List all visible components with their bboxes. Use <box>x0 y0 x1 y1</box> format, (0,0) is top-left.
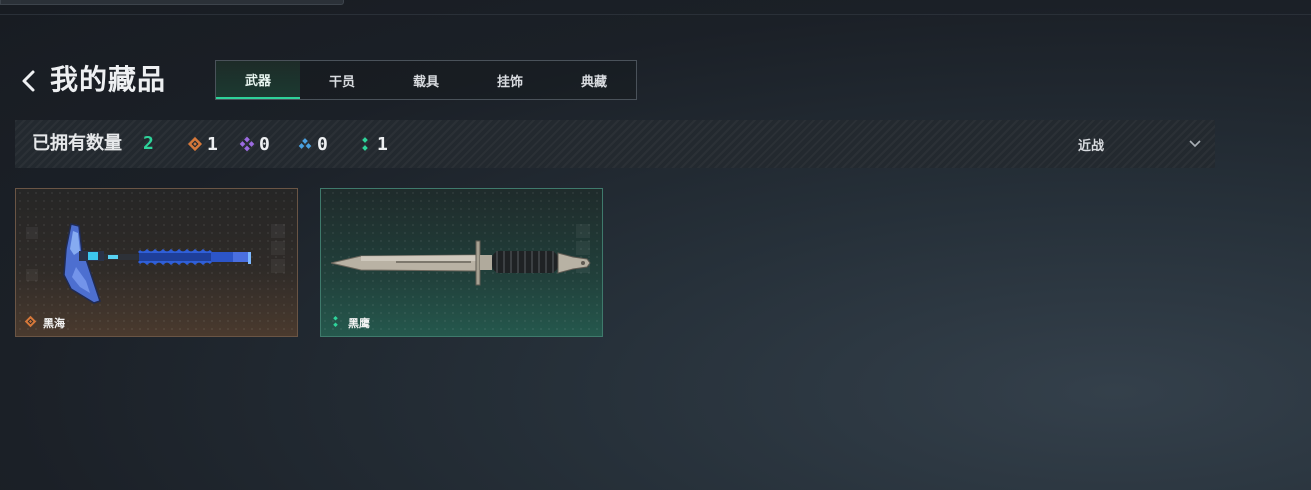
tab-weapons[interactable]: 武器 <box>216 61 300 99</box>
window-tab[interactable] <box>0 0 344 5</box>
category-tabs: 武器 干员 载具 挂饰 典藏 <box>215 60 637 100</box>
rarity-count-value: 0 <box>317 133 328 155</box>
purple-diamond-icon <box>239 136 255 152</box>
tab-operators[interactable]: 干员 <box>300 61 384 99</box>
item-card-knife[interactable]: 黑鹰 <box>320 188 603 337</box>
dropdown-selected-value: 近战 <box>1078 139 1105 154</box>
page-title: 我的藏品 <box>50 63 167 96</box>
owned-count: 2 <box>143 133 154 154</box>
back-button[interactable] <box>18 66 40 96</box>
rarity-count-blue: 0 <box>297 133 328 155</box>
green-dots-icon <box>362 137 368 151</box>
rarity-count-value: 1 <box>207 133 218 155</box>
top-bar <box>0 0 1311 15</box>
orange-diamond-icon <box>187 136 203 152</box>
filter-bar: 已拥有数量 2 1 0 0 1 近战 <box>15 120 1215 168</box>
rarity-count-green: 1 <box>357 133 388 155</box>
orange-diamond-icon <box>24 315 37 328</box>
tab-collection[interactable]: 典藏 <box>552 61 636 99</box>
rarity-count-value: 0 <box>259 133 270 155</box>
chevron-down-icon <box>1189 140 1201 148</box>
green-dots-icon <box>333 315 338 328</box>
blue-triangle-icon <box>298 138 312 149</box>
owned-label: 已拥有数量 <box>32 133 122 154</box>
rarity-count-purple: 0 <box>239 133 270 155</box>
rarity-count-value: 1 <box>377 133 388 155</box>
rarity-count-orange: 1 <box>187 133 218 155</box>
category-dropdown[interactable]: 近战 <box>1070 130 1210 158</box>
item-name: 黑海 <box>43 317 65 330</box>
chevron-left-icon <box>22 70 35 92</box>
tab-vehicles[interactable]: 载具 <box>384 61 468 99</box>
item-name: 黑鹰 <box>348 317 370 330</box>
tab-charms[interactable]: 挂饰 <box>468 61 552 99</box>
item-card-axe[interactable]: 黑海 <box>15 188 298 337</box>
